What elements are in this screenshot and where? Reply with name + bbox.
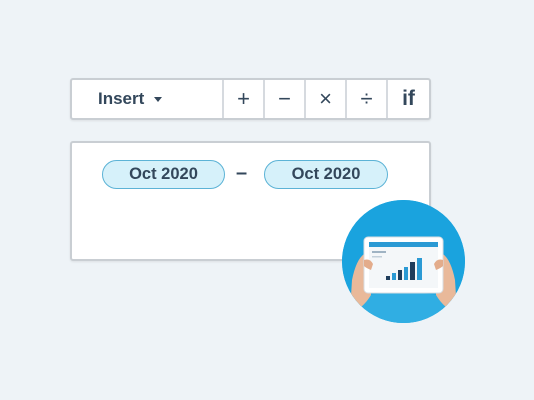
end-date-token[interactable]: Oct 2020 [264, 160, 388, 189]
tablet-photo-illustration [342, 200, 465, 323]
insert-label: Insert [98, 89, 145, 108]
start-date-token[interactable]: Oct 2020 [102, 160, 225, 189]
minus-button[interactable]: − [265, 80, 306, 118]
if-button[interactable]: if [388, 80, 429, 118]
divide-button[interactable]: ÷ [347, 80, 388, 118]
range-separator: – [236, 162, 248, 184]
plus-button[interactable]: + [224, 80, 265, 118]
hands-holding-tablet-image [342, 200, 465, 323]
formula-toolbar: Insert + − × ÷ if [70, 78, 431, 120]
multiply-button[interactable]: × [306, 80, 347, 118]
chevron-down-icon [154, 96, 163, 102]
insert-dropdown-button[interactable]: Insert [72, 80, 224, 118]
